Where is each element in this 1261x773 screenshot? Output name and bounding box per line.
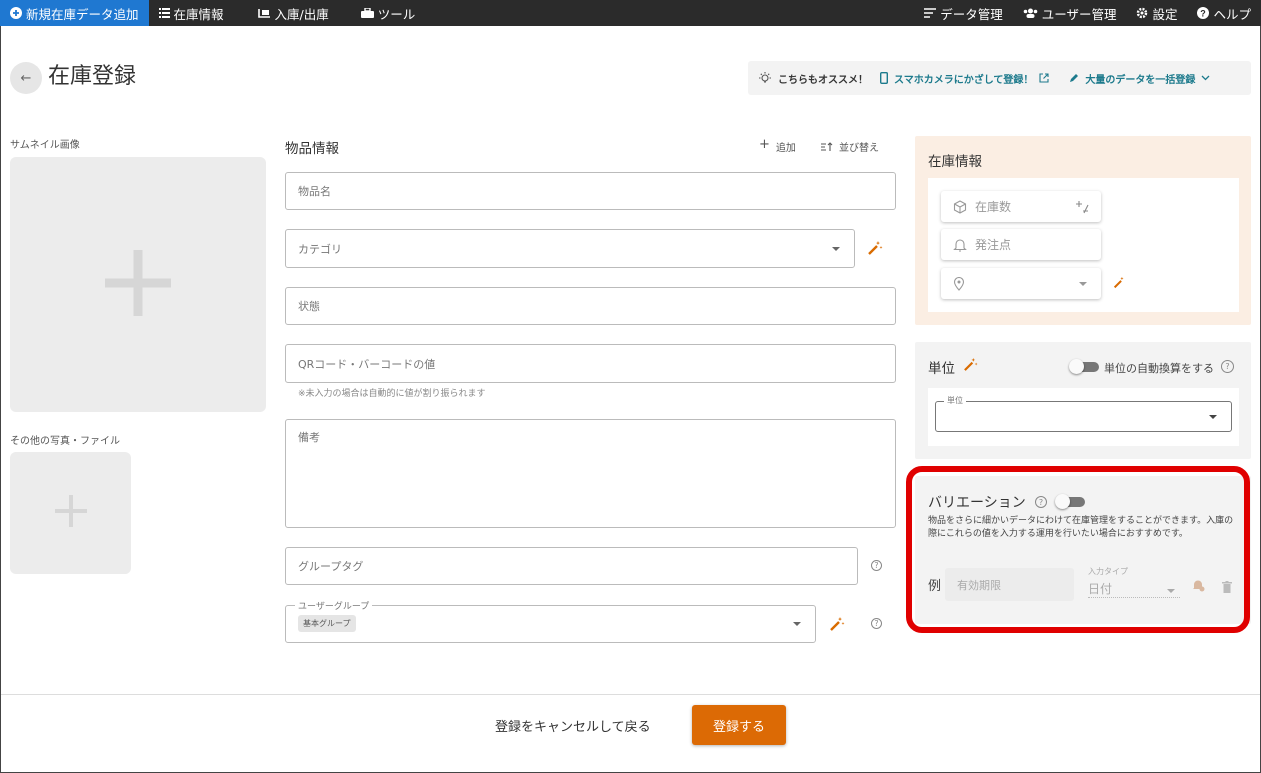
- add-field-button[interactable]: + 追加: [759, 137, 796, 154]
- add-field-label: 追加: [775, 143, 796, 154]
- toggle-knob: [1069, 359, 1084, 374]
- group-tag-placeholder: グループタグ: [298, 560, 364, 573]
- qr-code-note: ※未入力の場合は自動的に値が割り振られます: [298, 389, 486, 399]
- item-name-field[interactable]: 物品名: [285, 172, 896, 210]
- promo-bulk-link[interactable]: 大量のデータを一括登録: [1085, 71, 1195, 86]
- item-info-title: 物品情報: [285, 141, 339, 157]
- promo-bar: こちらもオススメ！ スマホカメラにかざして登録！ 大量のデータを一括登録: [748, 61, 1251, 95]
- gear-icon: [1136, 7, 1148, 19]
- qr-code-field[interactable]: QRコード・バーコードの値: [285, 344, 896, 383]
- promo-camera-link[interactable]: スマホカメラにかざして登録！: [894, 71, 1033, 86]
- cancel-button[interactable]: 登録をキャンセルして戻る: [495, 716, 651, 735]
- caret-down-icon: [1209, 414, 1217, 419]
- nav-tools[interactable]: ツール: [351, 0, 426, 26]
- pencil-icon: [1069, 73, 1079, 83]
- unit-field-legend: 単位: [944, 395, 966, 406]
- qr-code-placeholder: QRコード・バーコードの値: [298, 357, 436, 371]
- smartphone-icon: [880, 72, 888, 84]
- map-pin-icon: [953, 276, 965, 291]
- sort-icon: [821, 139, 833, 154]
- status-placeholder: 状態: [298, 300, 320, 313]
- unit-auto-convert-toggle[interactable]: [1069, 359, 1099, 374]
- memo-placeholder: 備考: [298, 431, 320, 444]
- item-name-placeholder: 物品名: [298, 185, 331, 198]
- submit-button[interactable]: 登録する: [692, 705, 786, 745]
- question-circle-icon: ?: [1197, 7, 1210, 19]
- back-button[interactable]: ←: [10, 62, 42, 94]
- memo-field[interactable]: 備考: [285, 419, 896, 528]
- highlight-box: [906, 466, 1250, 633]
- external-link-icon: [1039, 73, 1049, 83]
- page-title: 在庫登録: [48, 64, 137, 89]
- thumbnail-label: サムネイル画像: [10, 140, 80, 151]
- stock-title: 在庫情報: [928, 154, 982, 170]
- nav-data-mgmt[interactable]: データ管理: [914, 0, 1013, 26]
- magic-wand-icon[interactable]: [1113, 276, 1126, 293]
- user-group-chip[interactable]: 基本グループ: [298, 615, 356, 632]
- reorder-point-placeholder: 発注点: [975, 238, 1012, 252]
- cube-icon: [953, 199, 967, 214]
- help-icon[interactable]: ?: [1221, 360, 1234, 373]
- nav-inventory-label: 在庫情報: [173, 6, 224, 22]
- unit-auto-convert-label: 単位の自動換算をする: [1104, 362, 1214, 375]
- promo-recommend: こちらもオススメ！: [778, 74, 868, 86]
- category-placeholder: カテゴリ: [298, 242, 342, 256]
- data-icon: [924, 7, 937, 19]
- nav-settings[interactable]: 設定: [1126, 0, 1187, 26]
- help-icon[interactable]: ?: [871, 560, 882, 571]
- nav-help[interactable]: ? ヘルプ: [1187, 0, 1261, 26]
- group-tag-field[interactable]: グループタグ: [285, 547, 858, 585]
- nav-settings-label: 設定: [1152, 6, 1178, 22]
- unit-select[interactable]: [935, 401, 1232, 432]
- other-files-label: その他の写真・ファイル: [10, 436, 120, 447]
- footer-divider: [1, 694, 1260, 695]
- stock-quantity-field[interactable]: 在庫数: [941, 191, 1101, 222]
- magic-wand-icon[interactable]: [867, 240, 883, 260]
- dolly-icon: [257, 8, 271, 19]
- plus-minus-icon[interactable]: [1075, 200, 1089, 214]
- top-nav: 新規在庫データ追加 在庫情報 入庫/出庫 ツール データ管理 ユーザー管理 設定…: [0, 0, 1261, 26]
- reorder-point-field[interactable]: 発注点: [941, 229, 1101, 260]
- plus-circle-icon: [10, 7, 22, 19]
- nav-new-item[interactable]: 新規在庫データ追加: [0, 0, 149, 26]
- nav-inventory[interactable]: 在庫情報: [149, 0, 234, 26]
- nav-help-label: ヘルプ: [1213, 6, 1251, 22]
- plus-icon: +: [759, 137, 770, 152]
- plus-icon: [54, 495, 87, 531]
- unit-title: 単位: [928, 361, 955, 377]
- category-select[interactable]: カテゴリ: [285, 229, 855, 268]
- magic-wand-icon[interactable]: [829, 616, 845, 636]
- user-group-legend: ユーザーグループ: [295, 599, 373, 612]
- nav-in-out[interactable]: 入庫/出庫: [248, 0, 339, 26]
- caret-down-icon: [793, 622, 801, 626]
- status-field[interactable]: 状態: [285, 287, 896, 325]
- list-icon: [158, 8, 170, 18]
- thumbnail-upload[interactable]: [10, 157, 266, 412]
- other-files-upload[interactable]: [10, 452, 131, 574]
- nav-user-mgmt-label: ユーザー管理: [1041, 6, 1117, 22]
- svg-text:?: ?: [1201, 9, 1207, 19]
- bell-icon: [953, 238, 967, 252]
- nav-tools-label: ツール: [377, 6, 416, 22]
- sort-fields-label: 並び替え: [839, 143, 879, 154]
- nav-data-mgmt-label: データ管理: [940, 6, 1003, 22]
- lightbulb-icon: [758, 71, 772, 85]
- chevron-down-icon[interactable]: [1201, 75, 1210, 81]
- nav-user-mgmt[interactable]: ユーザー管理: [1013, 0, 1127, 26]
- nav-in-out-label: 入庫/出庫: [274, 6, 329, 22]
- caret-down-icon: [1079, 281, 1087, 286]
- sort-fields-button[interactable]: 並び替え: [821, 139, 879, 154]
- toolbox-icon: [360, 8, 374, 18]
- plus-icon: [105, 249, 171, 320]
- arrow-left-icon: ←: [20, 70, 32, 86]
- stock-quantity-placeholder: 在庫数: [975, 200, 1012, 214]
- location-select[interactable]: [941, 268, 1101, 299]
- users-icon: [1023, 8, 1038, 18]
- nav-new-item-label: 新規在庫データ追加: [26, 6, 139, 22]
- help-icon[interactable]: ?: [871, 618, 882, 629]
- caret-down-icon: [832, 246, 840, 251]
- magic-wand-icon[interactable]: [963, 357, 978, 376]
